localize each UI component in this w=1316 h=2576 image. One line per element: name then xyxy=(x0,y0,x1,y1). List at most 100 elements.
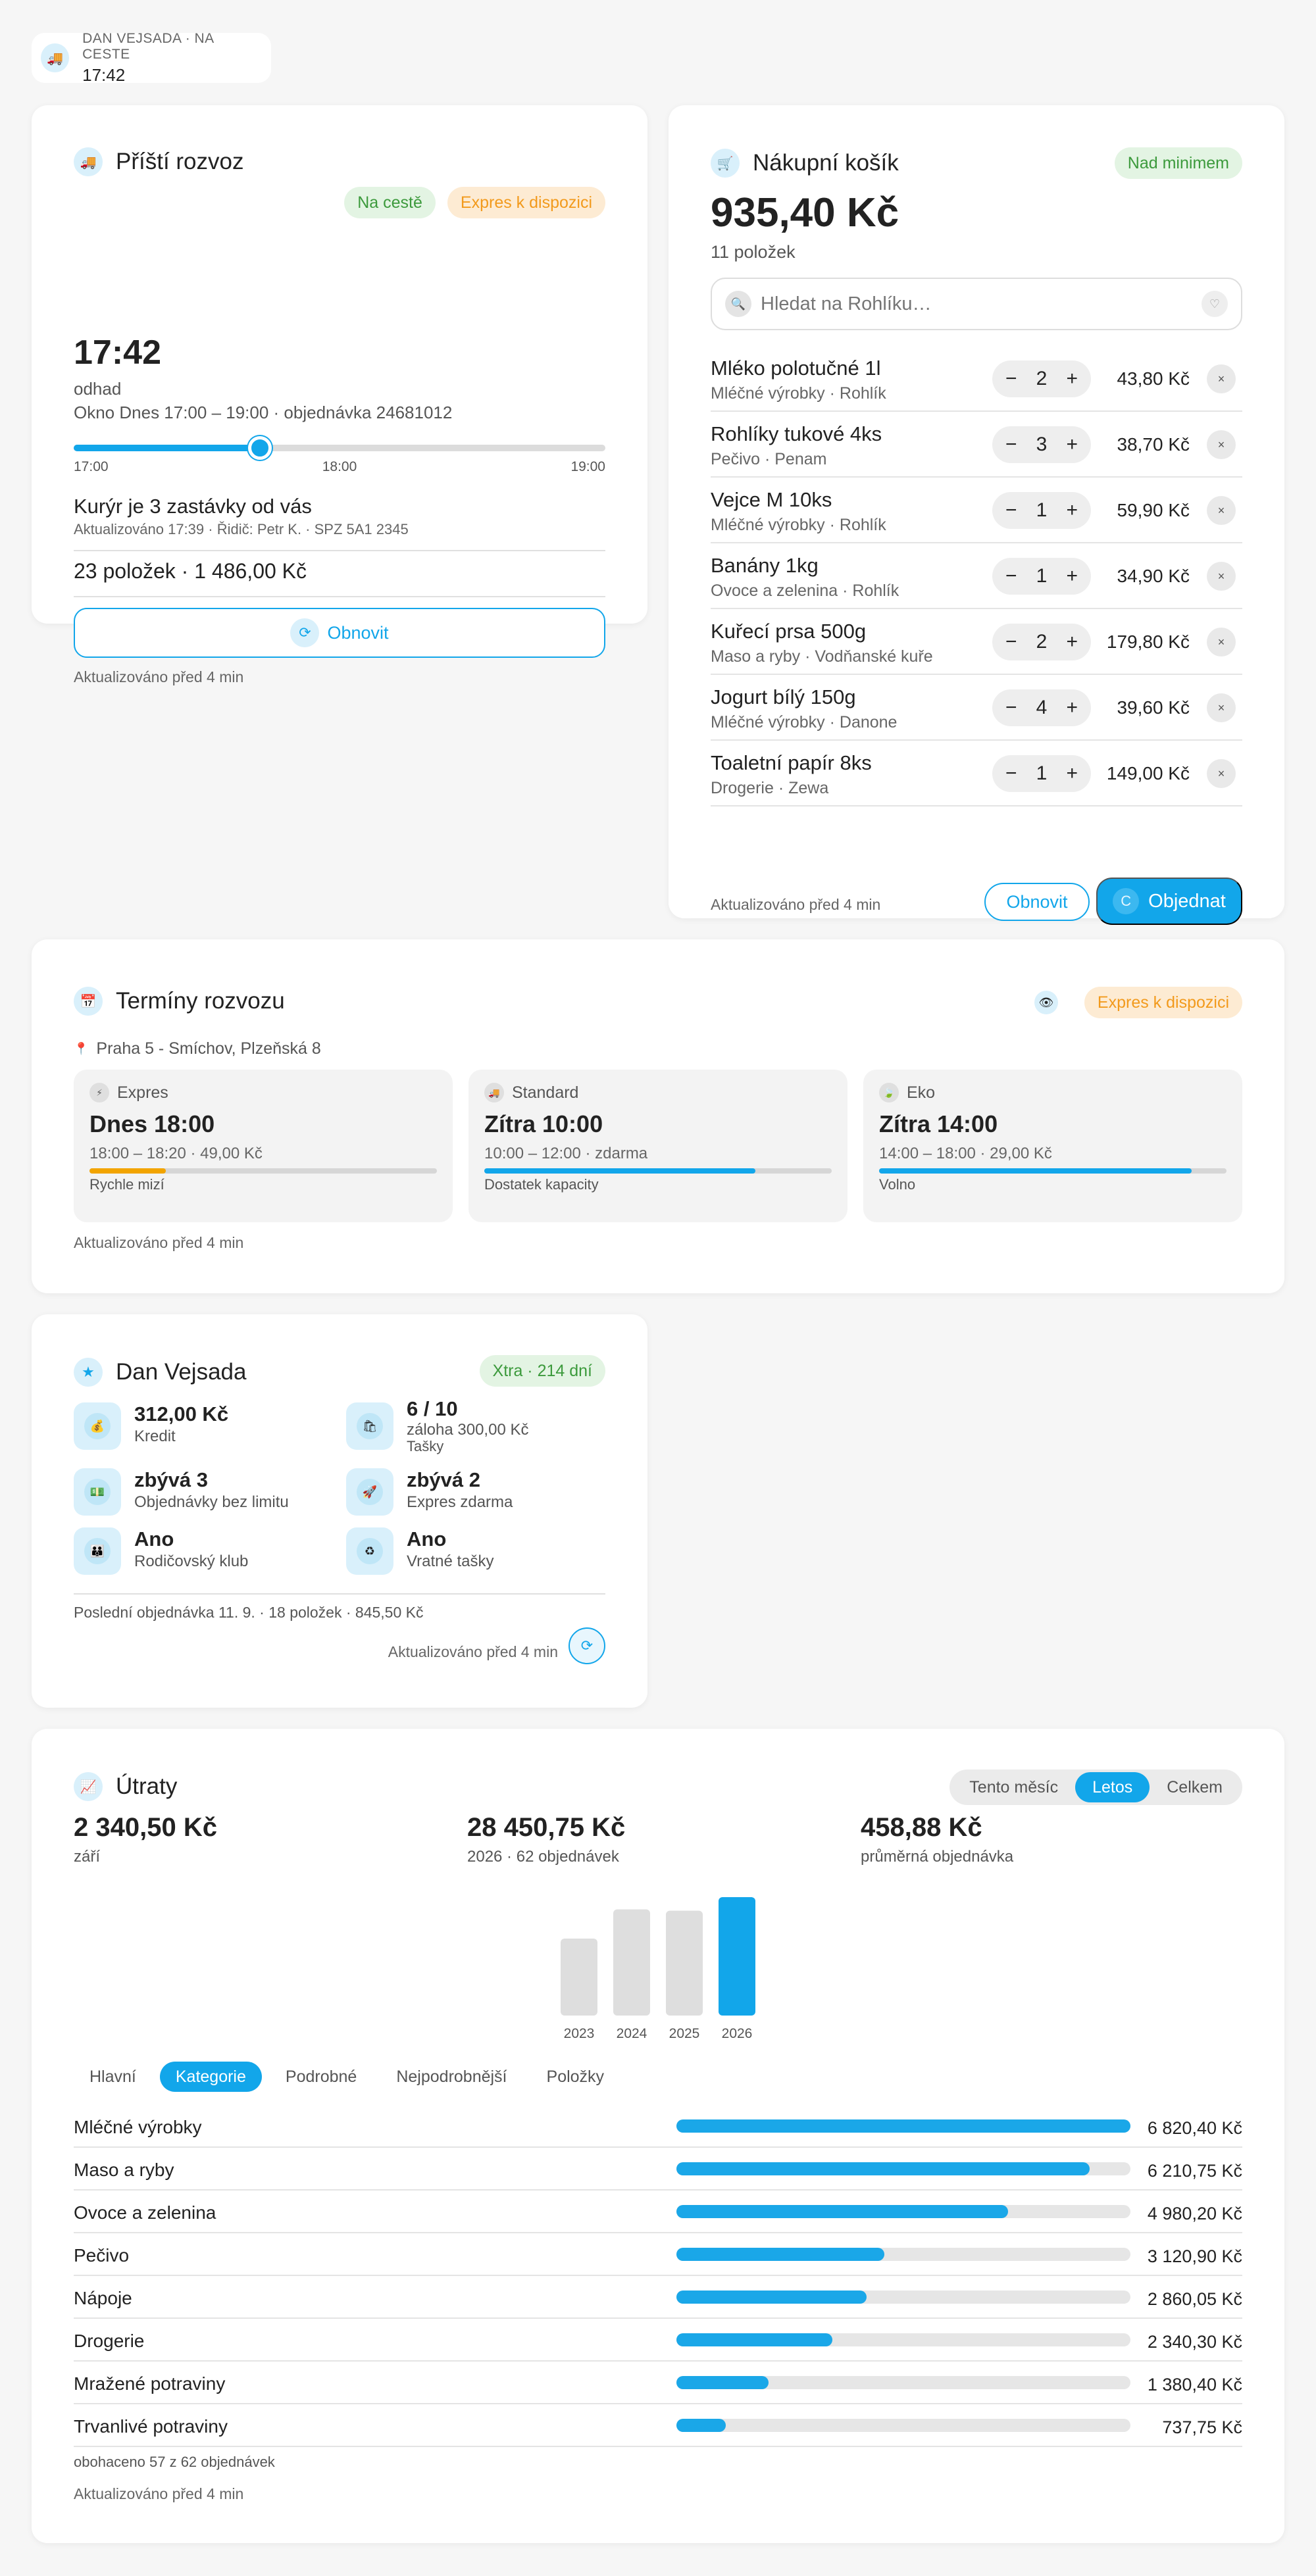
minus-button[interactable]: − xyxy=(1005,368,1017,390)
order-button[interactable]: C Objednat xyxy=(1096,878,1242,925)
plus-button[interactable]: + xyxy=(1066,565,1078,587)
category-bar xyxy=(676,2291,1130,2304)
item-price: 59,90 Kč xyxy=(1117,500,1190,520)
truck-icon: 🚚 xyxy=(484,1083,504,1102)
minus-button[interactable]: − xyxy=(1005,499,1017,522)
slot-name: 🚚 Standard xyxy=(484,1083,832,1102)
courier-status: Kurýr je 3 zastávky od vás xyxy=(74,495,312,518)
slot-card[interactable]: ⚡ Expres Dnes 18:00 18:00 – 18:20 · 49,00 K… xyxy=(74,1070,453,1222)
remove-icon[interactable]: × xyxy=(1207,562,1236,591)
remove-icon[interactable]: × xyxy=(1207,693,1236,722)
category-value: 2 860,05 Kč xyxy=(1147,2289,1242,2309)
perk-label-secondary: Tašky xyxy=(407,1438,444,1454)
plus-button[interactable]: + xyxy=(1066,499,1078,522)
perk-icon-tile: 💰 xyxy=(74,1402,121,1450)
remove-icon[interactable]: × xyxy=(1207,430,1236,459)
category-row[interactable]: Drogerie 2 340,30 Kč xyxy=(74,2319,1242,2362)
search-icon: 🔍 xyxy=(725,291,751,317)
perk-item: 💰 312,00 Kč Kredit xyxy=(74,1400,337,1452)
perk-value: Ano xyxy=(407,1527,447,1550)
category-bar-fill xyxy=(676,2205,1008,2218)
bar-2023[interactable] xyxy=(561,1938,597,2016)
delivery-title: 🚚 Příští rozvoz xyxy=(74,147,605,176)
quantity-stepper[interactable]: −2 + xyxy=(992,360,1091,397)
plus-button[interactable]: + xyxy=(1066,631,1078,653)
refresh-icon[interactable]: ⟳ xyxy=(569,1627,605,1664)
minus-button[interactable]: − xyxy=(1005,433,1017,456)
quantity-stepper[interactable]: −3 + xyxy=(992,426,1091,463)
quantity-stepper[interactable]: −2 + xyxy=(992,624,1091,660)
quantity-stepper[interactable]: −1 + xyxy=(992,492,1091,529)
bar-2025[interactable] xyxy=(666,1910,703,2016)
slot-time: Zítra 14:00 xyxy=(879,1110,998,1137)
item-price: 34,90 Kč xyxy=(1117,566,1190,586)
slot-name-text: Standard xyxy=(512,1083,579,1102)
perk-item: 👪 Ano Rodičovský klub xyxy=(74,1525,337,1577)
star-icon: ★ xyxy=(74,1358,103,1387)
express-badge: Expres k dispozici xyxy=(1084,987,1242,1018)
plus-button[interactable]: + xyxy=(1066,697,1078,719)
bar-2024[interactable] xyxy=(613,1909,650,2016)
quantity-stepper[interactable]: −1 + xyxy=(992,755,1091,792)
category-row[interactable]: Pečivo 3 120,90 Kč xyxy=(74,2233,1242,2276)
tab-3[interactable]: Nejpodrobnější xyxy=(380,2062,522,2092)
refresh-cart-button[interactable]: Obnovit xyxy=(984,883,1090,921)
category-bar-fill xyxy=(676,2119,1130,2133)
cart-item: Toaletní papír 8ks Drogerie · Zewa −1 +149,… xyxy=(711,741,1242,806)
courier-details: Aktualizováno 17:39 · Řidič: Petr K. · S… xyxy=(74,521,409,537)
minus-button[interactable]: − xyxy=(1005,631,1017,653)
category-value: 1 380,40 Kč xyxy=(1147,2375,1242,2394)
category-row[interactable]: Nápoje 2 860,05 Kč xyxy=(74,2276,1242,2319)
slot-card[interactable]: 🚚 Standard Zítra 10:00 10:00 – 12:00 · zdar… xyxy=(468,1070,848,1222)
slot-time: Dnes 18:00 xyxy=(89,1110,215,1137)
calendar-icon: 📅 xyxy=(74,987,103,1016)
minus-button[interactable]: − xyxy=(1005,697,1017,719)
bar-2026[interactable] xyxy=(719,1897,755,2016)
tab-0[interactable]: Hlavní xyxy=(74,2062,152,2092)
remove-icon[interactable]: × xyxy=(1207,496,1236,525)
perk-item: 💵 zbývá 3 Objednávky bez limitu xyxy=(74,1466,337,1518)
yearly-bar-chart: 2023 2024 2025 2026 xyxy=(561,1897,755,2041)
refresh-button[interactable]: ⟳ Obnovit xyxy=(74,608,605,658)
item-price: 39,60 Kč xyxy=(1117,697,1190,718)
order-summary: 23 položek · 1 486,00 Kč xyxy=(74,559,307,583)
truck-icon: 🚚 xyxy=(74,147,103,176)
remove-icon[interactable]: × xyxy=(1207,759,1236,788)
item-price: 179,80 Kč xyxy=(1106,632,1190,652)
quantity-stepper[interactable]: −1 + xyxy=(992,558,1091,595)
minus-button[interactable]: − xyxy=(1005,762,1017,785)
remove-icon[interactable]: × xyxy=(1207,364,1236,393)
category-row[interactable]: Trvanlivé potraviny 737,75 Kč xyxy=(74,2404,1242,2447)
plus-button[interactable]: + xyxy=(1066,762,1078,785)
slot-time: Zítra 10:00 xyxy=(484,1110,603,1137)
category-row[interactable]: Mražené potraviny 1 380,40 Kč xyxy=(74,2362,1242,2404)
quantity-stepper[interactable]: −4 + xyxy=(992,689,1091,726)
heart-icon[interactable]: ♡ xyxy=(1202,291,1228,317)
plus-button[interactable]: + xyxy=(1066,433,1078,456)
item-category: Drogerie · Zewa xyxy=(711,779,829,797)
category-bar xyxy=(676,2419,1130,2432)
perk-label: záloha 300,00 Kč xyxy=(407,1421,529,1439)
breakdown-tabs: Hlavní Kategorie Podrobné Nejpodrobnější Pol… xyxy=(74,2062,628,2092)
order-icon: C xyxy=(1113,888,1140,914)
category-row[interactable]: Ovoce a zelenina 4 980,20 Kč xyxy=(74,2191,1242,2233)
tab-2[interactable]: Podrobné xyxy=(270,2062,372,2092)
item-name: Toaletní papír 8ks xyxy=(711,751,872,774)
delivery-address: 📍 Praha 5 - Smíchov, Plzeňská 8 xyxy=(74,1039,321,1058)
search-input[interactable] xyxy=(761,293,1202,315)
cart-item: Kuřecí prsa 500g Maso a ryby · Vodňanské … xyxy=(711,609,1242,675)
tab-4[interactable]: Položky xyxy=(531,2062,620,2092)
category-value: 6 820,40 Kč xyxy=(1147,2118,1242,2138)
category-row[interactable]: Mléčné výrobky 6 820,40 Kč xyxy=(74,2105,1242,2148)
category-value: 3 120,90 Kč xyxy=(1147,2246,1242,2266)
eye-icon[interactable]: 👁 xyxy=(1034,991,1058,1014)
minus-button[interactable]: − xyxy=(1005,565,1017,587)
tab-1[interactable]: Kategorie xyxy=(159,2062,262,2092)
slots-card: 📅 Termíny rozvozu 👁 Expres k dispozici 📍… xyxy=(32,939,1284,1293)
category-row[interactable]: Maso a ryby 6 210,75 Kč xyxy=(74,2148,1242,2191)
cart-item: Rohlíky tukové 4ks Pečivo · Penam −3 +38,70… xyxy=(711,412,1242,478)
category-bar xyxy=(676,2333,1130,2346)
plus-button[interactable]: + xyxy=(1066,368,1078,390)
slot-card[interactable]: 🍃 Eko Zítra 14:00 14:00 – 18:00 · 29,00 Kč V… xyxy=(863,1070,1242,1222)
remove-icon[interactable]: × xyxy=(1207,628,1236,656)
